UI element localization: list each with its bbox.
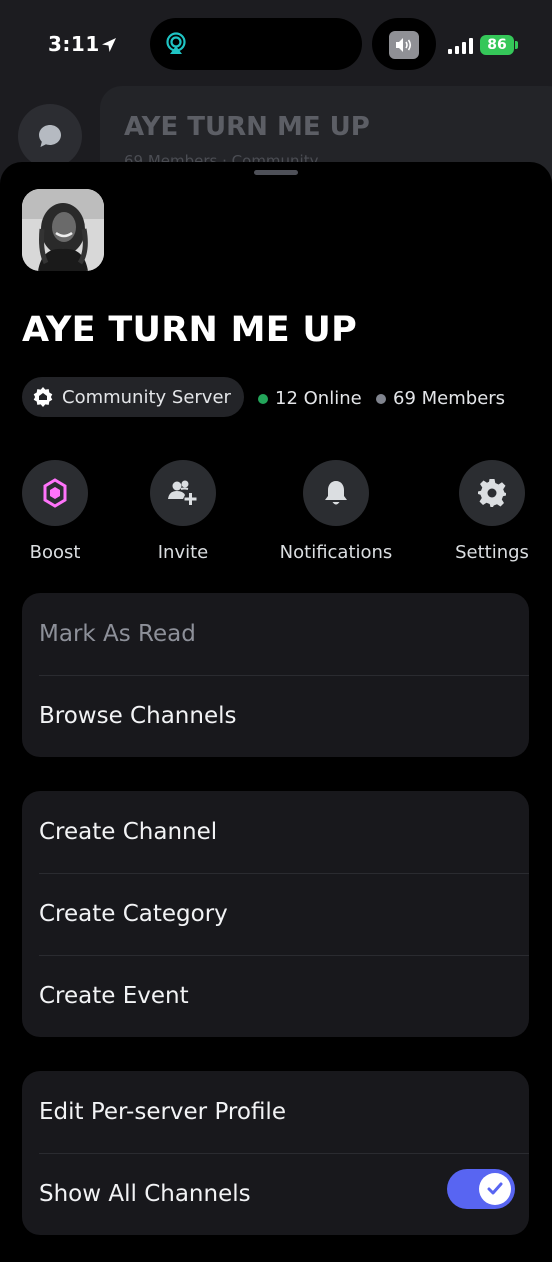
boost-button[interactable]: Boost [0, 460, 115, 563]
status-time: 3:11 [48, 32, 100, 56]
online-count-label: 12 Online [275, 388, 362, 409]
show-all-channels-toggle[interactable] [447, 1169, 515, 1209]
community-server-label: Community Server [62, 386, 231, 408]
online-dot [258, 393, 268, 404]
show-all-channels-item[interactable]: Show All Channels [22, 1153, 529, 1235]
notifications-label: Notifications [279, 542, 393, 563]
notifications-button[interactable]: Notifications [276, 460, 396, 563]
create-channel-item[interactable]: Create Channel [22, 791, 529, 873]
server-avatar [22, 189, 104, 271]
direct-messages-button[interactable] [18, 104, 82, 168]
online-count: 12 Online [258, 388, 362, 409]
server-options-sheet: AYE TURN ME UP Community Server 12 Onlin… [0, 162, 552, 1262]
show-all-channels-label: Show All Channels [39, 1181, 251, 1207]
mark-as-read-item[interactable]: Mark As Read [22, 593, 529, 675]
members-dot [376, 393, 386, 404]
create-event-item[interactable]: Create Event [22, 955, 529, 1037]
dynamic-island [150, 18, 362, 70]
browse-channels-item[interactable]: Browse Channels [22, 675, 529, 757]
invite-label: Invite [157, 542, 209, 563]
checkmark-icon [487, 1182, 503, 1195]
airplay-icon [166, 32, 186, 54]
member-count: 69 Members [376, 388, 505, 409]
gear-icon [478, 479, 506, 507]
community-server-badge[interactable]: Community Server [22, 377, 244, 417]
sheet-grabber[interactable] [254, 170, 298, 175]
member-count-label: 69 Members [393, 388, 506, 409]
add-member-icon [168, 480, 197, 505]
community-icon [33, 387, 53, 407]
menu-group-create: Create Channel Create Category Create Ev… [22, 791, 529, 1037]
menu-group-read: Mark As Read Browse Channels [22, 593, 529, 757]
status-bar: 3:11 86 [0, 0, 552, 92]
settings-label: Settings [455, 542, 529, 563]
create-category-item[interactable]: Create Category [22, 873, 529, 955]
edit-per-server-profile-item[interactable]: Edit Per-server Profile [22, 1071, 529, 1153]
battery-indicator: 86 [480, 35, 514, 55]
background-server-title: AYE TURN ME UP [124, 112, 370, 142]
boost-label: Boost [29, 542, 81, 563]
boost-gem-icon [43, 478, 67, 508]
chat-bubble-icon [39, 125, 61, 147]
location-arrow-icon [102, 38, 116, 52]
server-name: AYE TURN ME UP [22, 310, 358, 350]
bell-icon [325, 481, 347, 505]
battery-tip [515, 41, 518, 49]
mute-indicator [372, 18, 436, 70]
settings-button[interactable]: Settings [432, 460, 552, 563]
invite-button[interactable]: Invite [123, 460, 243, 563]
cellular-signal-icon [448, 38, 473, 54]
speaker-icon [396, 38, 412, 52]
menu-group-profile: Edit Per-server Profile Show All Channel… [22, 1071, 529, 1235]
